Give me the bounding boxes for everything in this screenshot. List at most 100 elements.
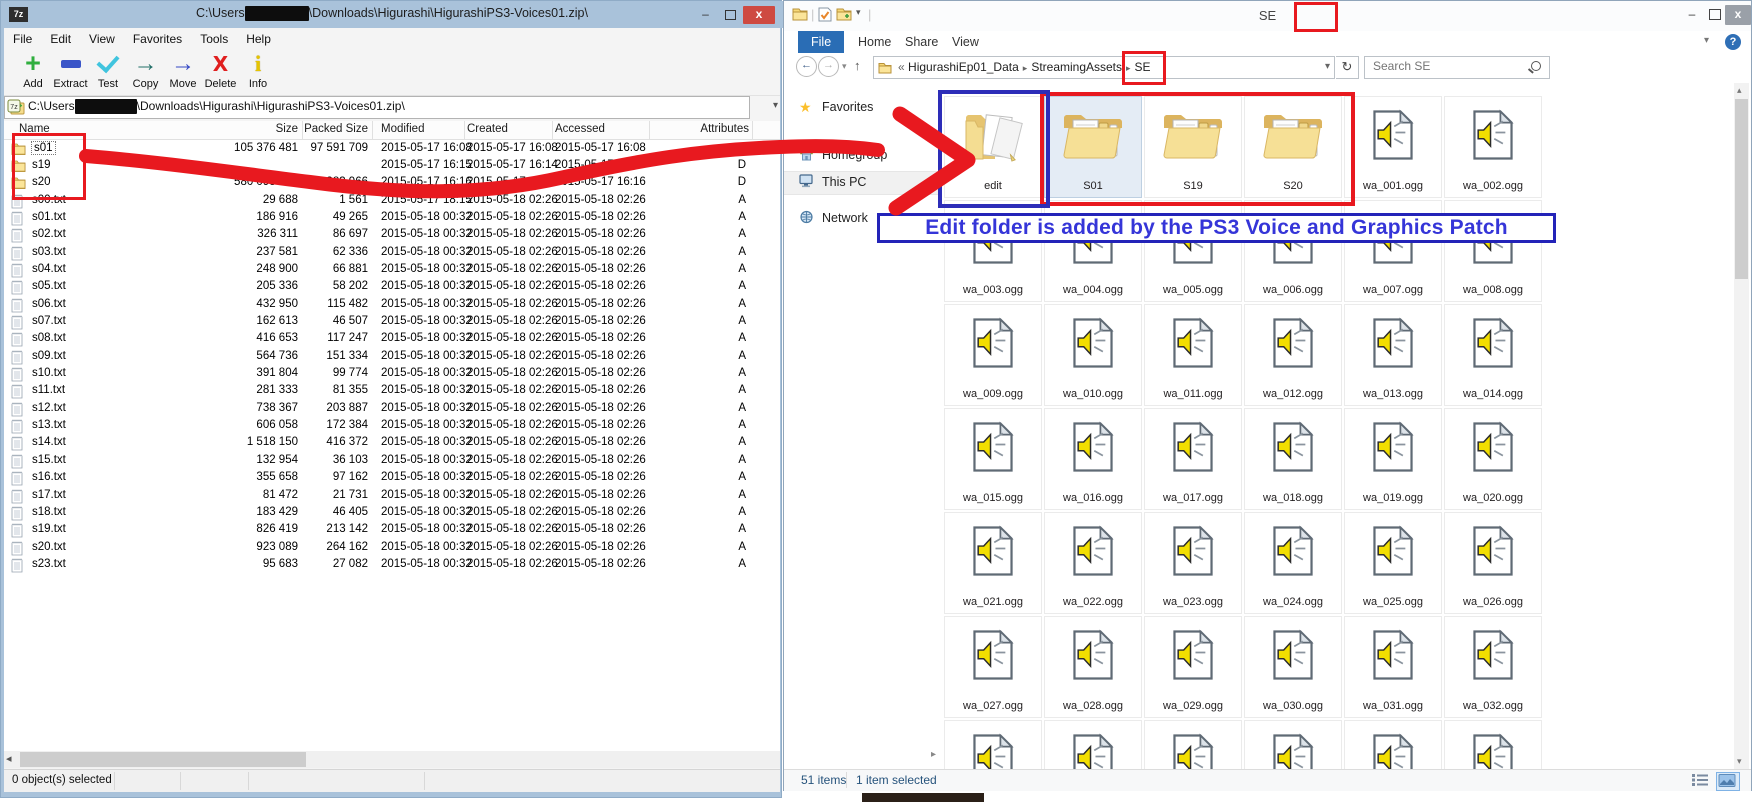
grid-item-wa_013.ogg[interactable]: wa_013.ogg bbox=[1344, 304, 1442, 406]
file-row-s18.txt[interactable]: s18.txt183 42946 4052015-05-18 00:322015… bbox=[4, 505, 780, 522]
grid-item-wa_014.ogg[interactable]: wa_014.ogg bbox=[1444, 304, 1542, 406]
file-row-s06.txt[interactable]: s06.txt432 950115 4822015-05-18 00:32201… bbox=[4, 297, 780, 314]
file-row-s09.txt[interactable]: s09.txt564 736151 3342015-05-18 00:32201… bbox=[4, 349, 780, 366]
scroll-up-icon[interactable]: ▴ bbox=[1737, 85, 1742, 96]
file-row-s20.txt[interactable]: s20.txt923 089264 1622015-05-18 00:32201… bbox=[4, 540, 780, 557]
file-row-s00.txt[interactable]: s00.txt29 6881 5612015-05-17 18:152015-0… bbox=[4, 193, 780, 210]
grid-item-wa_012.ogg[interactable]: wa_012.ogg bbox=[1244, 304, 1342, 406]
scroll-left-icon[interactable]: ◂ bbox=[6, 752, 12, 765]
grid-item-wa_025.ogg[interactable]: wa_025.ogg bbox=[1344, 512, 1442, 614]
grid-item-wa_031.ogg[interactable]: wa_031.ogg bbox=[1344, 616, 1442, 718]
scroll-down-icon[interactable]: ▾ bbox=[1737, 756, 1742, 767]
grid-item-wa_010.ogg[interactable]: wa_010.ogg bbox=[1044, 304, 1142, 406]
file-row-s04.txt[interactable]: s04.txt248 90066 8812015-05-18 00:322015… bbox=[4, 262, 780, 279]
forward-button[interactable]: → bbox=[818, 56, 839, 77]
grid-item-clipped[interactable] bbox=[1144, 720, 1242, 769]
file-row-s19.txt[interactable]: s19.txt826 419213 1422015-05-18 00:32201… bbox=[4, 522, 780, 539]
grid-item-wa_021.ogg[interactable]: wa_021.ogg bbox=[944, 512, 1042, 614]
file-row-s03.txt[interactable]: s03.txt237 58162 3362015-05-18 00:322015… bbox=[4, 245, 780, 262]
file-row-s08.txt[interactable]: s08.txt416 653117 2472015-05-18 00:32201… bbox=[4, 331, 780, 348]
text-file-icon bbox=[11, 523, 23, 541]
grid-item-clipped[interactable] bbox=[1044, 720, 1142, 769]
grid-item-wa_024.ogg[interactable]: wa_024.ogg bbox=[1244, 512, 1342, 614]
grid-item-wa_017.ogg[interactable]: wa_017.ogg bbox=[1144, 408, 1242, 510]
minimize-button[interactable]: – bbox=[1681, 5, 1703, 25]
search-input[interactable] bbox=[1371, 58, 1525, 74]
grid-item-s01[interactable]: S01 bbox=[1044, 96, 1142, 198]
cell-name: s18.txt bbox=[32, 506, 66, 518]
grid-item-label: wa_025.ogg bbox=[1345, 596, 1441, 608]
grid-item-clipped[interactable] bbox=[1444, 720, 1542, 769]
file-row-s11.txt[interactable]: s11.txt281 33381 3552015-05-18 00:322015… bbox=[4, 383, 780, 400]
file-row-s15.txt[interactable]: s15.txt132 95436 1032015-05-18 00:322015… bbox=[4, 453, 780, 470]
file-row-s13.txt[interactable]: s13.txt606 058172 3842015-05-18 00:32201… bbox=[4, 418, 780, 435]
grid-item-wa_032.ogg[interactable]: wa_032.ogg bbox=[1444, 616, 1542, 718]
grid-item-wa_026.ogg[interactable]: wa_026.ogg bbox=[1444, 512, 1542, 614]
tab-file[interactable]: File bbox=[798, 31, 844, 53]
grid-item-wa_001.ogg[interactable]: wa_001.ogg bbox=[1344, 96, 1442, 198]
file-row-s01.txt[interactable]: s01.txt186 91649 2652015-05-18 00:322015… bbox=[4, 210, 780, 227]
grid-item-wa_009.ogg[interactable]: wa_009.ogg bbox=[944, 304, 1042, 406]
grid-item-wa_016.ogg[interactable]: wa_016.ogg bbox=[1044, 408, 1142, 510]
grid-item-wa_029.ogg[interactable]: wa_029.ogg bbox=[1144, 616, 1242, 718]
file-row-s07.txt[interactable]: s07.txt162 61346 5072015-05-18 00:322015… bbox=[4, 314, 780, 331]
file-row-s16.txt[interactable]: s16.txt355 65897 1622015-05-18 00:322015… bbox=[4, 470, 780, 487]
grid-item-wa_020.ogg[interactable]: wa_020.ogg bbox=[1444, 408, 1542, 510]
file-row-s17.txt[interactable]: s17.txt81 47221 7312015-05-18 00:322015-… bbox=[4, 488, 780, 505]
grid-item-wa_019.ogg[interactable]: wa_019.ogg bbox=[1344, 408, 1442, 510]
refresh-icon[interactable]: ↻ bbox=[1336, 56, 1359, 79]
grid-item-wa_011.ogg[interactable]: wa_011.ogg bbox=[1144, 304, 1242, 406]
grid-item-clipped[interactable] bbox=[1344, 720, 1442, 769]
grid-item-wa_023.ogg[interactable]: wa_023.ogg bbox=[1144, 512, 1242, 614]
file-row-s20[interactable]: s20580 093 725543 383 9662015-05-17 16:1… bbox=[4, 175, 780, 192]
grid-item-wa_015.ogg[interactable]: wa_015.ogg bbox=[944, 408, 1042, 510]
scrollbar-thumb[interactable] bbox=[20, 752, 306, 767]
tab-view[interactable]: View bbox=[939, 31, 992, 53]
thumbnail-view-button[interactable] bbox=[1716, 772, 1740, 791]
help-icon[interactable]: ? bbox=[1725, 34, 1741, 50]
grid-item-wa_027.ogg[interactable]: wa_027.ogg bbox=[944, 616, 1042, 718]
grid-item-edit[interactable]: edit bbox=[944, 96, 1042, 198]
back-button[interactable]: ← bbox=[796, 56, 817, 77]
breadcrumb-overflow-chevron[interactable]: « bbox=[898, 60, 905, 74]
file-row-s02.txt[interactable]: s02.txt326 31186 6972015-05-18 00:322015… bbox=[4, 227, 780, 244]
scroll-right-icon[interactable]: ▸ bbox=[931, 749, 936, 760]
grid-item-s19[interactable]: S19 bbox=[1144, 96, 1242, 198]
breadcrumb-item-higurashiep01_data[interactable]: HigurashiEp01_Data bbox=[908, 60, 1019, 74]
file-row-s19[interactable]: s192015-05-17 16:152015-05-17 16:142015-… bbox=[4, 158, 780, 175]
grid-item-wa_030.ogg[interactable]: wa_030.ogg bbox=[1244, 616, 1342, 718]
navpane-scrollbar[interactable]: ▸ bbox=[788, 749, 938, 763]
file-row-s01[interactable]: s01105 376 48197 591 7092015-05-17 16:08… bbox=[4, 141, 780, 158]
grid-item-s20[interactable]: S20 bbox=[1244, 96, 1342, 198]
file-row-s10.txt[interactable]: s10.txt391 80499 7742015-05-18 00:322015… bbox=[4, 366, 780, 383]
file-row-s14.txt[interactable]: s14.txt1 518 150416 3722015-05-18 00:322… bbox=[4, 435, 780, 452]
file-row-s23.txt[interactable]: s23.txt95 68327 0822015-05-18 00:322015-… bbox=[4, 557, 780, 574]
breadcrumb-item-se[interactable]: SE bbox=[1135, 60, 1151, 74]
grid-item-wa_022.ogg[interactable]: wa_022.ogg bbox=[1044, 512, 1142, 614]
maximize-button[interactable] bbox=[1704, 5, 1726, 25]
scrollbar-thumb[interactable] bbox=[1735, 99, 1748, 279]
up-button[interactable]: ↑ bbox=[854, 58, 861, 73]
breadcrumb-item-streamingassets[interactable]: StreamingAssets bbox=[1031, 60, 1122, 74]
grid-item-wa_002.ogg[interactable]: wa_002.ogg bbox=[1444, 96, 1542, 198]
grid-item-clipped[interactable] bbox=[944, 720, 1042, 769]
cell-created: 2015-05-18 02:26 bbox=[467, 280, 558, 292]
close-button[interactable]: x bbox=[1725, 5, 1751, 25]
grid-item-wa_018.ogg[interactable]: wa_018.ogg bbox=[1244, 408, 1342, 510]
cell-size: 237 581 bbox=[256, 246, 298, 258]
address-dropdown-icon[interactable]: ▾ bbox=[1325, 57, 1330, 77]
grid-item-wa_028.ogg[interactable]: wa_028.ogg bbox=[1044, 616, 1142, 718]
vertical-scrollbar[interactable]: ▴ ▾ bbox=[1734, 83, 1749, 769]
file-row-s05.txt[interactable]: s05.txt205 33658 2022015-05-18 00:322015… bbox=[4, 279, 780, 296]
details-view-button[interactable] bbox=[1690, 772, 1712, 789]
file-row-s12.txt[interactable]: s12.txt738 367203 8872015-05-18 00:32201… bbox=[4, 401, 780, 418]
search-box[interactable] bbox=[1364, 56, 1550, 79]
sidebar-item-homegroup[interactable]: Homegroup bbox=[784, 145, 939, 167]
sidebar-item-this-pc[interactable]: This PC bbox=[784, 171, 939, 195]
sidebar-item-favorites[interactable]: ★Favorites bbox=[784, 97, 939, 119]
grid-item-clipped[interactable] bbox=[1244, 720, 1342, 769]
history-dropdown-icon[interactable]: ▾ bbox=[842, 61, 847, 72]
address-bar[interactable]: « HigurashiEp01_Data▸StreamingAssets▸SE … bbox=[873, 56, 1335, 79]
horizontal-scrollbar[interactable]: ◂ bbox=[4, 751, 780, 768]
ribbon-expand-icon[interactable]: ▾ bbox=[1704, 35, 1709, 46]
